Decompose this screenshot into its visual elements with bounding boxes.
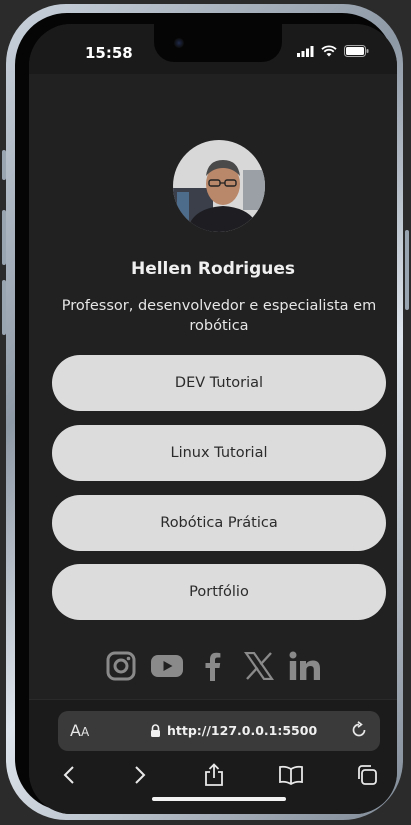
x-icon[interactable] [242, 649, 276, 683]
instagram-icon[interactable] [104, 649, 138, 683]
status-icons [297, 45, 369, 57]
url-wrap: http://127.0.0.1:5500 [150, 723, 317, 738]
power-button [405, 230, 409, 310]
page-content: Hellen Rodrigues Professor, desenvolvedo… [29, 74, 397, 699]
link-button-portfolio[interactable]: Portfólio [52, 564, 386, 620]
signal-icon [297, 45, 314, 57]
bookmarks-icon[interactable] [276, 760, 306, 790]
notch [154, 24, 282, 62]
phone-frame: 15:58 Hellen Rodrigues Professor, desenv… [6, 4, 403, 820]
forward-icon[interactable] [125, 760, 155, 790]
back-icon[interactable] [54, 760, 84, 790]
tabs-icon[interactable] [352, 760, 382, 790]
lock-icon [151, 724, 160, 737]
camera-icon [174, 38, 184, 48]
volume-down-button [2, 280, 6, 335]
browser-toolbar: AA http://127.0.0.1:5500 [29, 699, 397, 814]
address-bar[interactable]: AA http://127.0.0.1:5500 [58, 711, 380, 751]
link-button-robotica-pratica[interactable]: Robótica Prática [52, 495, 386, 551]
phone-bezel: 15:58 Hellen Rodrigues Professor, desenv… [15, 13, 397, 814]
battery-icon [344, 45, 369, 57]
link-button-linux-tutorial[interactable]: Linux Tutorial [52, 425, 386, 481]
url-text: http://127.0.0.1:5500 [167, 723, 318, 738]
status-time: 15:58 [85, 44, 133, 62]
social-links [29, 649, 397, 683]
linkedin-icon[interactable] [288, 649, 322, 683]
profile-bio: Professor, desenvolvedor e especialista … [61, 298, 377, 334]
share-icon[interactable] [199, 760, 229, 790]
text-size-button[interactable]: AA [70, 721, 89, 740]
wifi-icon [321, 45, 337, 57]
avatar [173, 140, 265, 232]
browser-nav [29, 760, 397, 796]
profile-name: Hellen Rodrigues [130, 259, 296, 279]
screen: 15:58 Hellen Rodrigues Professor, desenv… [29, 24, 397, 814]
home-indicator [152, 797, 286, 801]
reload-icon[interactable] [350, 721, 368, 743]
youtube-icon[interactable] [150, 649, 184, 683]
mute-switch [2, 150, 6, 180]
volume-up-button [2, 210, 6, 265]
facebook-icon[interactable] [196, 649, 230, 683]
link-button-dev-tutorial[interactable]: DEV Tutorial [52, 355, 386, 411]
